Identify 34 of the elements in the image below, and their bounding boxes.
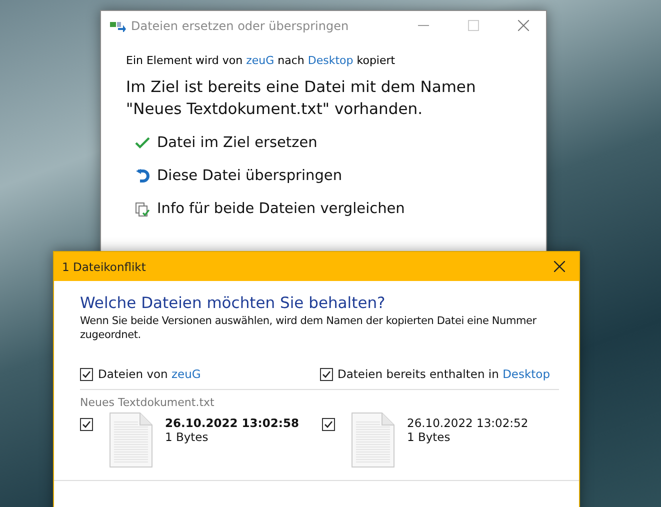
file-name: Neues Textdokument.txt [80,396,216,409]
file-size: 1 Bytes [165,430,210,444]
undo-arrow-icon [135,168,151,184]
modified-date: 26.10.2022 13:02:52 [407,416,528,430]
maximize-icon [468,20,479,31]
copy-icon [110,20,126,32]
dialog-description: Wenn Sie beide Versionen auswählen, wird dem Namen der kopierten Datei eine Nummer zugeordnet. [80,314,538,342]
window-title: Dateien ersetzen oder überspringen [131,18,350,32]
location-link[interactable]: Desktop [502,366,550,380]
file-size: 1 Bytes [407,430,452,444]
close-icon [518,20,529,31]
minimize-icon [418,25,429,26]
status-text: Ein Element wird von zeuG nach Desktop kopiert [126,54,396,67]
destination-link[interactable]: Desktop [308,54,354,67]
window-title: 1 Dateikonflikt [62,260,147,274]
compare-option[interactable]: Info für beide Dateien vergleichen [135,201,546,217]
source-link[interactable]: zeuG [246,54,274,67]
checkbox[interactable] [80,418,93,431]
checkbox[interactable] [322,418,335,431]
checkbox[interactable] [80,368,93,381]
dialog-heading: Welche Dateien möchten Sie behalten? [80,294,386,312]
replace-option[interactable]: Datei im Ziel ersetzen [135,135,546,151]
modified-date: 26.10.2022 13:02:58 [165,416,299,430]
text-file-icon [109,412,153,468]
close-icon [554,261,564,272]
checkbox-label[interactable]: Dateien von zeuG [98,366,201,380]
checkbox-label[interactable]: Dateien bereits enthalten in Desktop [338,366,550,380]
conflict-message: Im Ziel ist bereits eine Datei mit dem Namen "Neues Textdokument.txt" vorhanden. [126,77,477,120]
text-file-icon [351,412,395,468]
check-icon [135,136,151,150]
skip-option[interactable]: Diese Datei überspringen [135,168,546,184]
checkbox[interactable] [320,368,332,381]
documents-icon [135,202,151,216]
location-link[interactable]: zeuG [172,366,201,380]
